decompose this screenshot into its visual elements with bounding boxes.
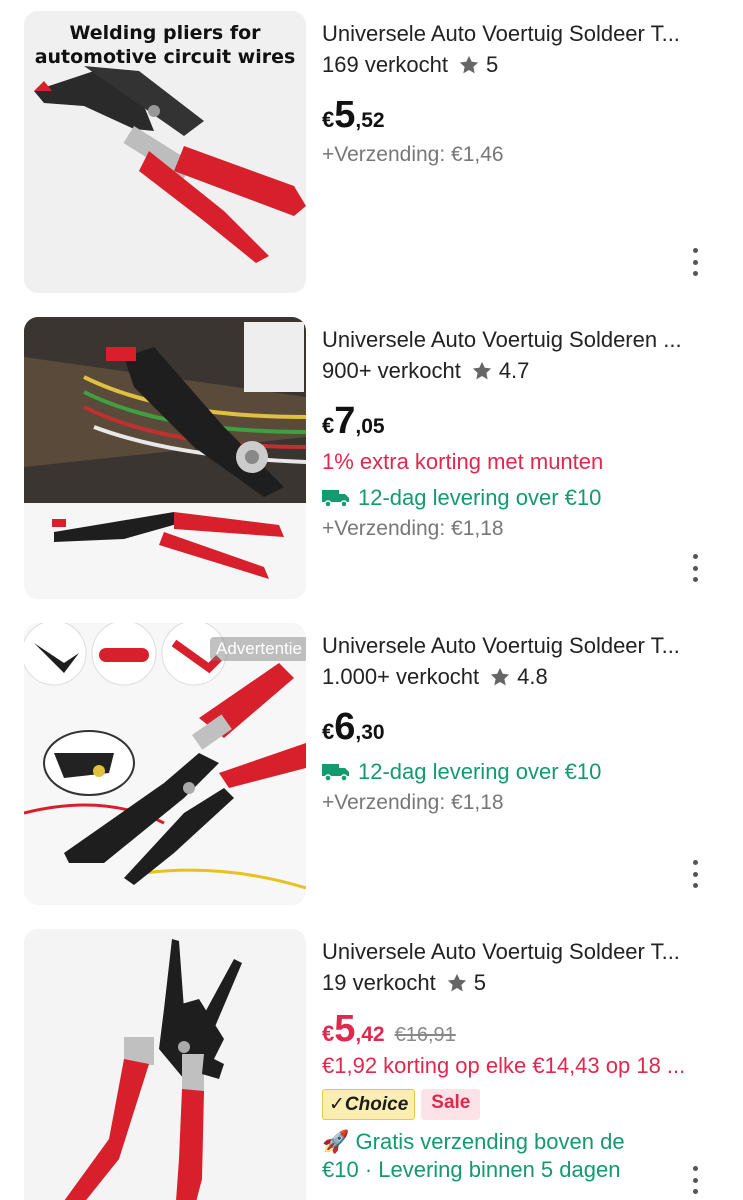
price: €6,30 [322, 706, 385, 748]
product-card[interactable]: Universele Auto Voertuig Solderen ... 90… [0, 306, 743, 612]
badge-row: ✓Choice Sale [322, 1089, 722, 1120]
product-title[interactable]: Universele Auto Voertuig Soldeer T... [322, 632, 722, 660]
shipping-cost: +Verzending: €1,18 [322, 791, 504, 814]
truck-icon [322, 490, 349, 508]
delivery-info: 12-dag levering over €10 [322, 483, 722, 513]
delivery-info: 12-dag levering over €10 [322, 757, 722, 787]
rating-value: 4.8 [517, 664, 548, 689]
choice-badge: ✓Choice [322, 1089, 416, 1120]
truck-icon [322, 764, 349, 782]
product-image[interactable] [24, 317, 306, 599]
product-image[interactable]: Welding pliers for automotive circuit wi… [24, 11, 306, 293]
star-icon [447, 973, 466, 992]
free-shipping-info: 🚀 Gratis verzending boven de €10 · Lever… [322, 1129, 625, 1182]
sold-rating-row: 900+ verkocht 4.7 [322, 357, 722, 385]
rating-value: 4.7 [498, 358, 530, 383]
star-icon [459, 55, 479, 74]
rating-value: 5 [485, 52, 499, 77]
product-image[interactable] [24, 929, 306, 1200]
product-image[interactable]: Advertentie [24, 623, 306, 905]
price: €5,52 [322, 94, 385, 136]
rating-value: 5 [473, 970, 486, 995]
discount-promo: €1,92 korting op elke €14,43 op 18 ... [322, 1053, 686, 1078]
product-title[interactable]: Universele Auto Voertuig Soldeer T... [322, 20, 722, 48]
price: €7,05 [322, 400, 385, 442]
product-title[interactable]: Universele Auto Voertuig Solderen ... [322, 326, 722, 354]
price: €5,42 €16,91 [322, 1008, 456, 1050]
sold-count: 169 verkocht [322, 52, 448, 77]
product-title[interactable]: Universele Auto Voertuig Soldeer T... [322, 938, 722, 966]
sold-rating-row: 1.000+ verkocht 4.8 [322, 663, 722, 691]
shipping-cost: +Verzending: €1,18 [322, 517, 504, 540]
product-card[interactable]: Universele Auto Voertuig Soldeer T... 19… [0, 918, 743, 1200]
star-icon [491, 667, 510, 686]
sale-badge: Sale [421, 1089, 481, 1120]
product-card[interactable]: Welding pliers for automotive circuit wi… [0, 0, 743, 306]
image-caption: Welding pliers for automotive circuit wi… [34, 22, 296, 68]
sold-count: 19 verkocht [322, 970, 436, 995]
ad-label: Advertentie [210, 637, 306, 661]
more-options-icon[interactable] [685, 860, 705, 888]
product-card[interactable]: Advertentie Universele Auto Voertuig Sol… [0, 612, 743, 918]
shipping-cost: +Verzending: €1,46 [322, 143, 504, 166]
star-icon [472, 361, 491, 380]
more-options-icon[interactable] [685, 554, 705, 582]
coin-discount: 1% extra korting met munten [322, 449, 604, 474]
more-options-icon[interactable] [685, 248, 705, 276]
original-price: €16,91 [394, 1024, 456, 1046]
sold-count: 900+ verkocht [322, 358, 461, 383]
sold-count: 1.000+ verkocht [322, 664, 480, 689]
more-options-icon[interactable] [685, 1166, 705, 1194]
sold-rating-row: 19 verkocht 5 [322, 969, 722, 997]
sold-rating-row: 169 verkocht 5 [322, 51, 722, 79]
rocket-icon: 🚀 [322, 1129, 356, 1154]
